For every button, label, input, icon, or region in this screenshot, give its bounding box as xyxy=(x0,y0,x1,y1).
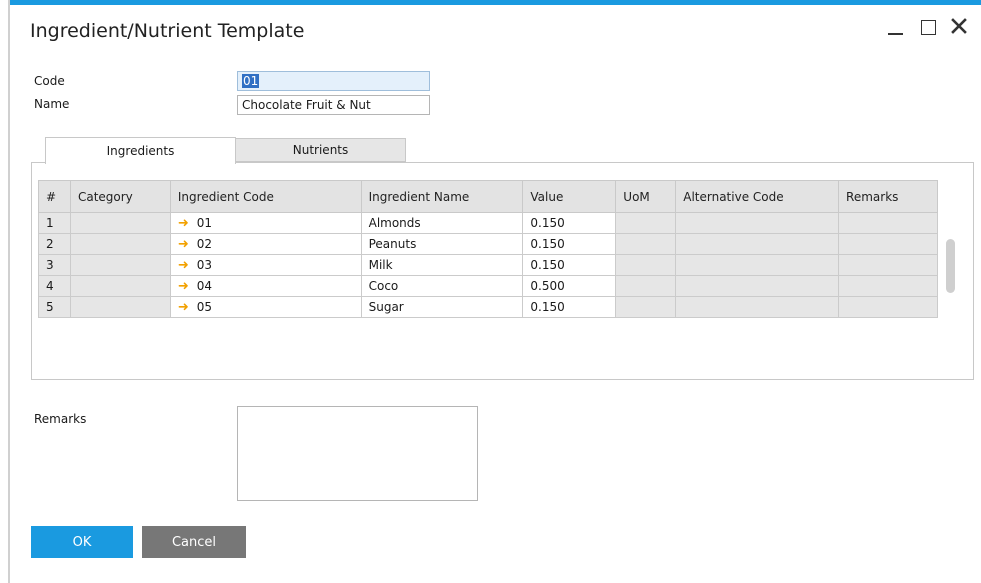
uom-cell[interactable] xyxy=(615,254,677,276)
category-cell[interactable] xyxy=(69,212,171,234)
name-field[interactable]: Chocolate Fruit & Nut xyxy=(237,95,430,115)
column-header-number[interactable]: # xyxy=(38,180,71,213)
tab-nutrients[interactable]: Nutrients xyxy=(235,138,406,162)
ingredient-code-text: 04 xyxy=(196,278,213,293)
link-arrow-icon[interactable]: ➜ xyxy=(178,300,189,315)
alternative-code-cell[interactable] xyxy=(675,275,840,297)
maximize-icon[interactable] xyxy=(919,18,937,36)
table-row[interactable]: 5 ➜ 05 Sugar 0.150 xyxy=(38,296,938,318)
uom-cell[interactable] xyxy=(615,275,677,297)
close-icon[interactable] xyxy=(951,18,969,36)
ingredient-name-cell[interactable]: Peanuts xyxy=(360,233,524,255)
remarks-cell[interactable] xyxy=(838,254,938,276)
table-row[interactable]: 4 ➜ 04 Coco 0.500 xyxy=(38,275,938,297)
window-controls xyxy=(887,18,969,36)
value-cell[interactable]: 0.150 xyxy=(522,212,617,234)
category-cell[interactable] xyxy=(69,296,171,318)
ingredient-code-cell[interactable]: ➜ 03 xyxy=(169,254,362,276)
remarks-cell[interactable] xyxy=(838,212,938,234)
code-field[interactable]: 01 xyxy=(237,71,430,91)
ingredient-code-text: 05 xyxy=(196,299,213,314)
ingredient-code-cell[interactable]: ➜ 01 xyxy=(169,212,362,234)
alternative-code-cell[interactable] xyxy=(675,254,840,276)
column-header-value[interactable]: Value xyxy=(522,180,617,213)
tab-ingredients[interactable]: Ingredients xyxy=(45,137,236,164)
row-number: 3 xyxy=(38,254,71,276)
column-header-category[interactable]: Category xyxy=(69,180,171,213)
window-left-border xyxy=(8,0,10,583)
ingredient-code-text: 03 xyxy=(196,257,213,272)
ingredient-code-text: 01 xyxy=(196,215,213,230)
alternative-code-cell[interactable] xyxy=(675,233,840,255)
alternative-code-cell[interactable] xyxy=(675,212,840,234)
link-arrow-icon[interactable]: ➜ xyxy=(178,258,189,273)
table-row[interactable]: 1 ➜ 01 Almonds 0.150 xyxy=(38,212,938,234)
remarks-label: Remarks xyxy=(34,412,87,426)
ingredient-code-cell[interactable]: ➜ 05 xyxy=(169,296,362,318)
column-header-uom[interactable]: UoM xyxy=(615,180,677,213)
grid-header-row: # Category Ingredient Code Ingredient Na… xyxy=(38,180,938,213)
column-header-alternative-code[interactable]: Alternative Code xyxy=(675,180,840,213)
remarks-cell[interactable] xyxy=(838,296,938,318)
link-arrow-icon[interactable]: ➜ xyxy=(178,237,189,252)
ingredient-name-cell[interactable]: Sugar xyxy=(360,296,524,318)
category-cell[interactable] xyxy=(69,254,171,276)
table-row[interactable]: 3 ➜ 03 Milk 0.150 xyxy=(38,254,938,276)
window-accent-bar xyxy=(10,0,981,5)
ok-button[interactable]: OK xyxy=(31,526,133,558)
ingredient-code-cell[interactable]: ➜ 02 xyxy=(169,233,362,255)
column-header-remarks[interactable]: Remarks xyxy=(838,180,938,213)
row-number: 1 xyxy=(38,212,71,234)
ingredient-nutrient-template-window: Ingredient/Nutrient Template Code 01 Nam… xyxy=(0,0,981,583)
name-value: Chocolate Fruit & Nut xyxy=(242,98,371,112)
column-header-ingredient-name[interactable]: Ingredient Name xyxy=(360,180,524,213)
cancel-button[interactable]: Cancel xyxy=(142,526,246,558)
value-cell[interactable]: 0.150 xyxy=(522,254,617,276)
value-cell[interactable]: 0.150 xyxy=(522,296,617,318)
ingredient-code-text: 02 xyxy=(196,236,213,251)
code-label: Code xyxy=(34,74,65,88)
category-cell[interactable] xyxy=(69,233,171,255)
row-number: 2 xyxy=(38,233,71,255)
row-number: 5 xyxy=(38,296,71,318)
minimize-icon[interactable] xyxy=(887,18,905,36)
value-cell[interactable]: 0.500 xyxy=(522,275,617,297)
alternative-code-cell[interactable] xyxy=(675,296,840,318)
table-row[interactable]: 2 ➜ 02 Peanuts 0.150 xyxy=(38,233,938,255)
remarks-cell[interactable] xyxy=(838,233,938,255)
name-label: Name xyxy=(34,97,70,111)
ingredient-code-cell[interactable]: ➜ 04 xyxy=(169,275,362,297)
ingredient-name-cell[interactable]: Almonds xyxy=(360,212,524,234)
ingredients-grid: # Category Ingredient Code Ingredient Na… xyxy=(38,180,938,318)
category-cell[interactable] xyxy=(69,275,171,297)
window-title: Ingredient/Nutrient Template xyxy=(30,20,305,42)
uom-cell[interactable] xyxy=(615,233,677,255)
value-cell[interactable]: 0.150 xyxy=(522,233,617,255)
grid-scrollbar-thumb[interactable] xyxy=(946,239,955,293)
link-arrow-icon[interactable]: ➜ xyxy=(178,279,189,294)
ingredient-name-cell[interactable]: Coco xyxy=(360,275,524,297)
link-arrow-icon[interactable]: ➜ xyxy=(178,216,189,231)
uom-cell[interactable] xyxy=(615,296,677,318)
uom-cell[interactable] xyxy=(615,212,677,234)
row-number: 4 xyxy=(38,275,71,297)
remarks-textarea[interactable] xyxy=(237,406,478,501)
code-value: 01 xyxy=(242,74,260,88)
column-header-ingredient-code[interactable]: Ingredient Code xyxy=(169,180,362,213)
remarks-cell[interactable] xyxy=(838,275,938,297)
ingredient-name-cell[interactable]: Milk xyxy=(360,254,524,276)
